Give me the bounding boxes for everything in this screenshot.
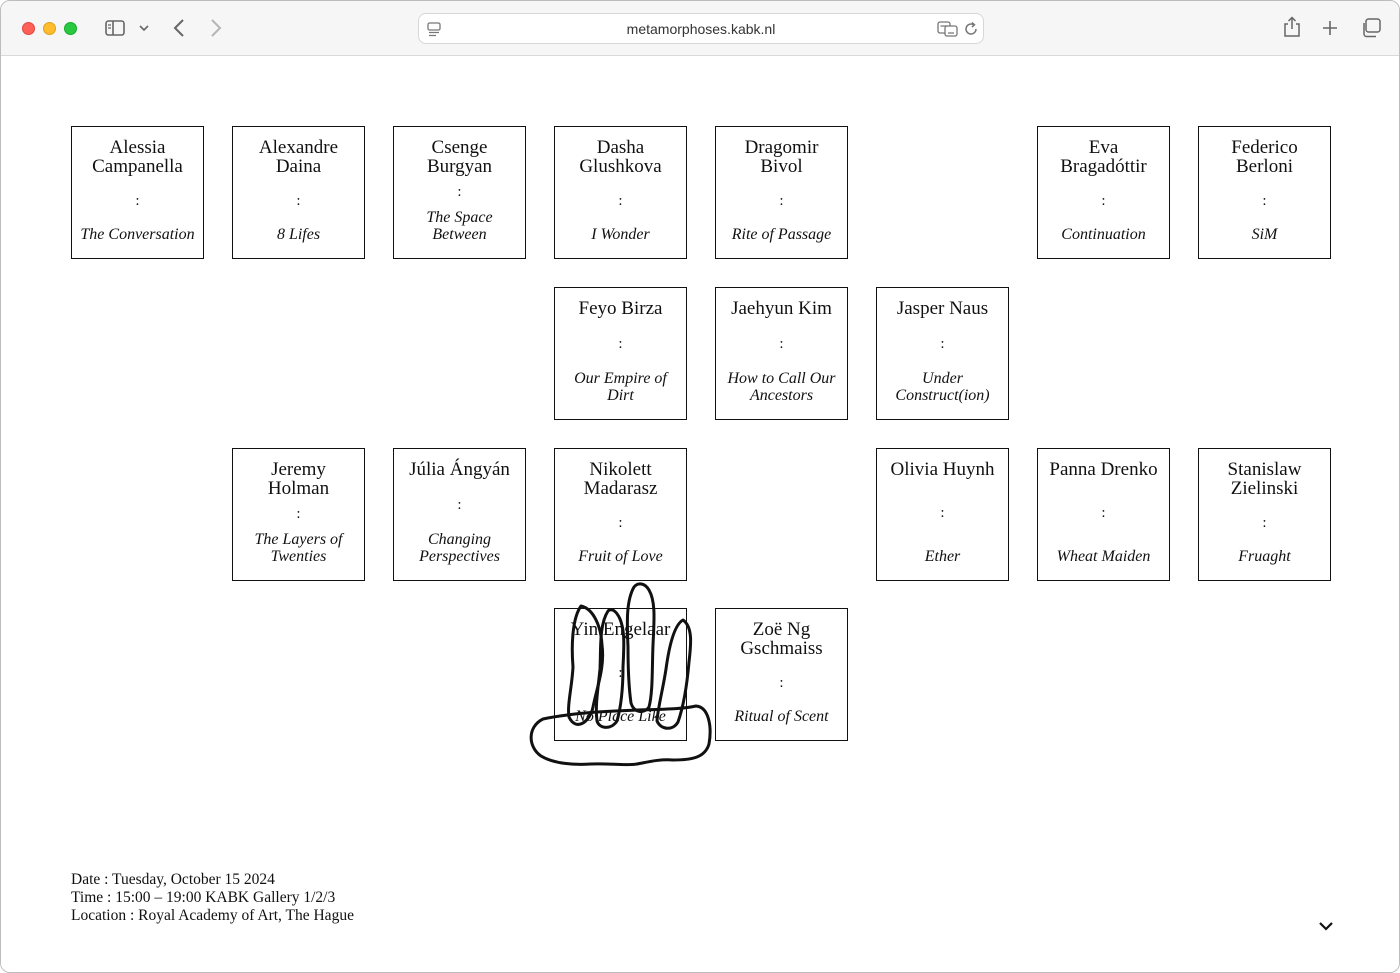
address-bar[interactable]: metamorphoses.kabk.nl — [418, 13, 984, 44]
artist-card[interactable]: Yin Engelaar: No Place Like — [554, 608, 687, 741]
artist-card[interactable]: Csenge Burgyan: The Space Between — [393, 126, 526, 259]
artist-name: Federico Berloni — [1231, 137, 1298, 177]
chevron-down-icon[interactable] — [1318, 918, 1334, 936]
artist-card[interactable]: Feyo Birza: Our Empire of Dirt — [554, 287, 687, 420]
artist-card[interactable]: Olivia Huynh: Ether — [876, 448, 1009, 581]
card-separator: : — [135, 192, 140, 209]
artist-name: Yin Engelaar — [570, 619, 671, 640]
new-tab-icon[interactable] — [1321, 17, 1339, 39]
card-separator: : — [1262, 514, 1267, 531]
artist-name: Alexandre Daina — [258, 137, 339, 177]
card-separator: : — [457, 496, 462, 513]
sidebar-icon[interactable] — [104, 17, 126, 39]
artist-card[interactable]: Júlia Ángyán: Changing Perspectives — [393, 448, 526, 581]
artist-card[interactable]: Jaehyun Kim: How to Call Our Ancestors — [715, 287, 848, 420]
artwork-title: The Conversation — [80, 226, 195, 243]
artwork-title: SiM — [1251, 226, 1278, 243]
artist-name: Nikolett Madarasz — [583, 459, 658, 499]
page-content: Alessia Campanella: The Conversation Alexa… — [1, 57, 1399, 972]
hand-drawing-illustration — [529, 582, 712, 767]
translate-icon[interactable] — [937, 21, 959, 42]
artist-card[interactable]: Nikolett Madarasz: Fruit of Love — [554, 448, 687, 581]
card-separator: : — [618, 514, 623, 531]
artist-name: Júlia Ángyán — [409, 459, 510, 480]
back-icon[interactable] — [171, 17, 187, 39]
card-separator: : — [1101, 505, 1106, 521]
artwork-title: Ritual of Scent — [734, 708, 829, 725]
card-separator: : — [296, 192, 301, 209]
artwork-title: Wheat Maiden — [1056, 548, 1151, 565]
card-separator: : — [779, 674, 784, 691]
artist-name: Jasper Naus — [896, 298, 989, 319]
card-separator: : — [1101, 192, 1106, 209]
card-separator: : — [296, 506, 301, 522]
forward-icon[interactable] — [208, 17, 224, 39]
card-separator: : — [779, 335, 784, 352]
artwork-title: I Wonder — [591, 226, 650, 243]
artist-card[interactable]: Panna Drenko: Wheat Maiden — [1037, 448, 1170, 581]
url-text[interactable]: metamorphoses.kabk.nl — [419, 14, 983, 45]
artwork-title: How to Call Our Ancestors — [727, 370, 836, 404]
artist-name: Zoë Ng Gschmaiss — [740, 619, 823, 659]
artwork-title: Under Construct(ion) — [895, 370, 990, 404]
artist-name: Stanislaw Zielinski — [1227, 459, 1302, 499]
event-time: Time : 15:00 – 19:00 KABK Gallery 1/2/3 — [71, 889, 336, 906]
artist-card[interactable]: Zoë Ng Gschmaiss: Ritual of Scent — [715, 608, 848, 741]
minimize-window-button[interactable] — [43, 22, 56, 35]
share-icon[interactable] — [1282, 16, 1302, 38]
artist-card[interactable]: Dasha Glushkova: I Wonder — [554, 126, 687, 259]
artwork-title: Rite of Passage — [731, 226, 832, 243]
artist-name: Jaehyun Kim — [731, 298, 832, 319]
tab-overview-icon[interactable] — [1360, 17, 1382, 39]
artist-name: Dasha Glushkova — [579, 137, 662, 177]
artist-name: Panna Drenko — [1049, 459, 1158, 480]
artwork-title: Fruit of Love — [578, 548, 663, 565]
artist-name: Eva Bragadóttir — [1060, 137, 1147, 177]
event-info: Date : Tuesday, October 15 2024 Time : 1… — [71, 871, 354, 925]
card-separator: : — [457, 184, 462, 200]
artist-name: Dragomir Bivol — [744, 137, 819, 177]
artwork-title: The Layers of Twenties — [254, 531, 343, 565]
artist-name: Feyo Birza — [578, 298, 663, 319]
browser-toolbar: metamorphoses.kabk.nl — [1, 1, 1399, 56]
artwork-title: The Space Between — [426, 209, 493, 243]
artist-card[interactable]: Jeremy Holman: The Layers of Twenties — [232, 448, 365, 581]
artist-card[interactable]: Federico Berloni: SiM — [1198, 126, 1331, 259]
artist-card[interactable]: Stanislaw Zielinski: Fruaght — [1198, 448, 1331, 581]
artist-card[interactable]: Eva Bragadóttir: Continuation — [1037, 126, 1170, 259]
artist-name: Alessia Campanella — [92, 137, 183, 177]
event-location: Location : Royal Academy of Art, The Hag… — [71, 907, 354, 924]
card-separator: : — [779, 192, 784, 209]
artist-card[interactable]: Alessia Campanella: The Conversation — [71, 126, 204, 259]
card-separator: : — [940, 335, 945, 352]
reload-icon[interactable] — [963, 21, 979, 42]
artist-card[interactable]: Alexandre Daina: 8 Lifes — [232, 126, 365, 259]
chevron-down-icon[interactable] — [138, 17, 150, 39]
card-separator: : — [940, 505, 945, 521]
artist-name: Jeremy Holman — [267, 459, 330, 499]
close-window-button[interactable] — [22, 22, 35, 35]
event-date: Date : Tuesday, October 15 2024 — [71, 871, 275, 888]
artist-name: Csenge Burgyan — [426, 137, 493, 177]
artwork-title: Continuation — [1061, 226, 1146, 243]
browser-window: metamorphoses.kabk.nl Alessia Campanella… — [0, 0, 1400, 973]
artwork-title: Fruaght — [1238, 548, 1291, 565]
card-separator: : — [618, 665, 623, 681]
card-separator: : — [618, 192, 623, 209]
card-separator: : — [1262, 192, 1267, 209]
artwork-title: Our Empire of Dirt — [574, 370, 667, 404]
card-separator: : — [618, 335, 623, 352]
artwork-title: Changing Perspectives — [419, 531, 500, 565]
artist-card[interactable]: Jasper Naus: Under Construct(ion) — [876, 287, 1009, 420]
artwork-title: No Place Like — [575, 708, 666, 725]
artist-name: Olivia Huynh — [890, 459, 995, 480]
artist-card[interactable]: Dragomir Bivol: Rite of Passage — [715, 126, 848, 259]
artwork-title: Ether — [924, 548, 961, 565]
zoom-window-button[interactable] — [64, 22, 77, 35]
artwork-title: 8 Lifes — [276, 226, 321, 243]
